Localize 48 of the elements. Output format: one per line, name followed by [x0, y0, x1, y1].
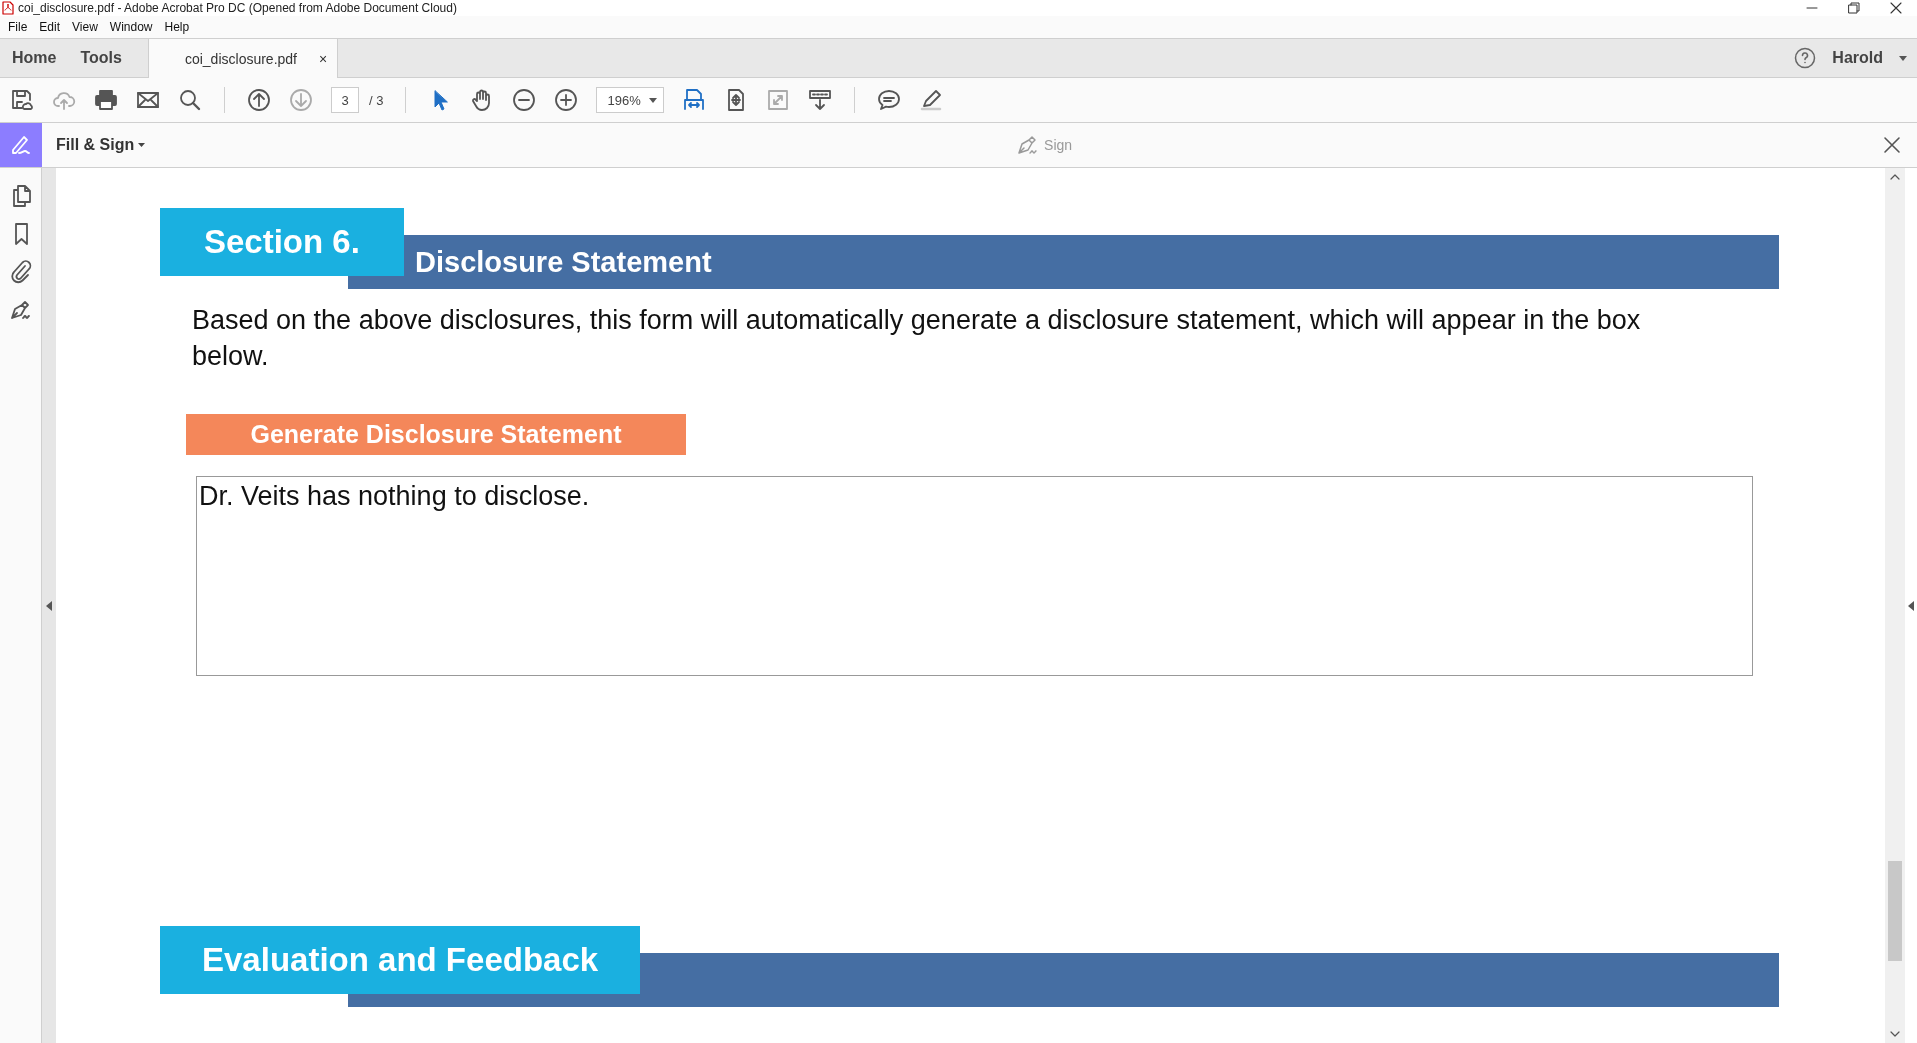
statement-field[interactable]: Dr. Veits has nothing to disclose.	[196, 476, 1753, 676]
paperclip-icon[interactable]	[9, 260, 32, 284]
tab[interactable]: Home	[0, 39, 69, 77]
arrow-up-icon[interactable]	[247, 88, 271, 112]
fountain-pen-icon	[1016, 134, 1039, 156]
close-icon[interactable]	[1883, 136, 1901, 154]
restore-icon[interactable]	[1847, 1, 1861, 15]
menu-item[interactable]: View	[68, 20, 106, 34]
section-title: Disclosure Statement	[415, 245, 712, 279]
print-icon[interactable]	[94, 88, 118, 112]
tab[interactable]: Tools	[68, 39, 134, 77]
tool-menu[interactable]: Fill & Sign	[56, 136, 146, 154]
zoom-in-icon[interactable]	[554, 88, 579, 112]
help-icon[interactable]	[1794, 47, 1817, 69]
page-total: / 3	[369, 92, 384, 108]
scroll-up-icon	[1890, 174, 1900, 180]
page-number-field[interactable]: 3	[331, 87, 359, 113]
collapse-right-icon[interactable]	[1908, 600, 1914, 611]
dropdown-caret-icon[interactable]	[1899, 55, 1907, 61]
fill-sign-tool-button[interactable]	[0, 123, 42, 167]
fountain-pen-icon[interactable]	[8, 298, 33, 322]
section-label: Evaluation and Feedback	[160, 926, 641, 994]
pen-icon	[9, 133, 33, 157]
zoom-out-icon[interactable]	[512, 88, 537, 112]
close-icon[interactable]	[1889, 1, 1903, 15]
dropdown-caret-icon	[649, 97, 658, 103]
section-label: Section 6.	[160, 208, 404, 276]
search-icon[interactable]	[178, 88, 202, 112]
menu-item[interactable]: Help	[160, 20, 198, 34]
tab[interactable]: coi_disclosure.pdf ×	[147, 39, 339, 78]
menu-item[interactable]: File	[4, 20, 36, 34]
dropdown-caret-icon	[138, 143, 146, 147]
zoom-dropdown[interactable]: 196%	[596, 87, 665, 113]
close-tab-button[interactable]: ×	[319, 50, 328, 67]
menu-item[interactable]: Edit	[35, 20, 69, 34]
menu-item[interactable]: Window	[105, 20, 161, 34]
highlighter-icon[interactable]	[919, 88, 944, 112]
save-icon[interactable]	[10, 88, 34, 112]
comment-icon[interactable]	[877, 88, 902, 112]
scroll-mode-icon[interactable]	[808, 88, 833, 112]
scrollbar[interactable]	[1885, 168, 1905, 1043]
window-title: coi_disclosure.pdf - Adobe Acrobat Pro DC (Opened from Adobe Document Cloud)	[18, 1, 458, 15]
fit-width-icon[interactable]	[682, 88, 707, 112]
account-name[interactable]: Harold	[1832, 49, 1883, 67]
scroll-down-icon	[1890, 1031, 1900, 1037]
collapse-left-icon[interactable]	[46, 600, 52, 611]
paragraph: Based on the above disclosures, this form will automatically generate a disclosure statement, which will appear in the box below.	[192, 304, 1642, 373]
scrollbar-thumb[interactable]	[1888, 861, 1902, 961]
